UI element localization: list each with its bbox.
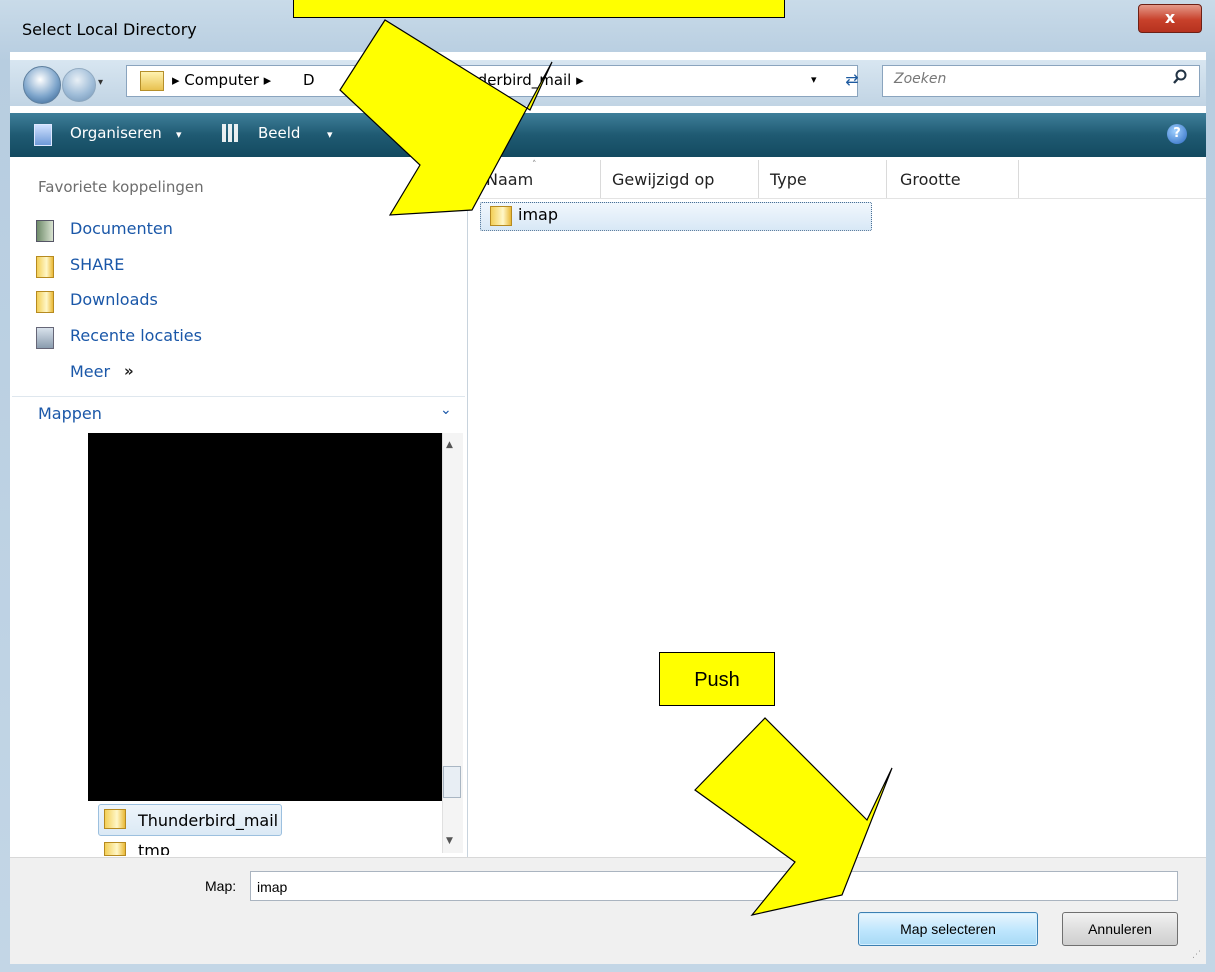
- cancel-button[interactable]: Annuleren: [1062, 912, 1178, 946]
- breadcrumb-computer[interactable]: ▸ Computer ▸: [172, 71, 271, 89]
- documents-icon: [36, 220, 54, 242]
- folders-label[interactable]: Mappen: [38, 404, 102, 423]
- folder-field-label: Map:: [205, 878, 237, 894]
- window-title: Select Local Directory: [22, 20, 197, 39]
- redacted-region: [88, 433, 445, 801]
- sidebar-item-recente-locaties[interactable]: Recente locaties: [70, 326, 202, 345]
- select-folder-button[interactable]: Map selecteren: [858, 912, 1038, 946]
- sort-arrow-icon: ˄: [532, 160, 537, 170]
- column-header-bar: [470, 160, 1206, 199]
- folder-field[interactable]: imap: [250, 871, 1178, 901]
- organize-button[interactable]: Organiseren: [70, 124, 162, 142]
- views-button[interactable]: Beeld: [258, 124, 300, 142]
- chevron-down-icon[interactable]: ▾: [327, 128, 333, 141]
- annotation-callout-push: Push: [659, 652, 775, 706]
- favorite-links-header: Favoriete koppelingen: [38, 178, 204, 196]
- column-header-size[interactable]: Grootte: [900, 170, 961, 189]
- resize-grip-icon[interactable]: ⋰: [1192, 950, 1201, 960]
- column-divider[interactable]: [886, 160, 887, 198]
- folder-icon: [104, 809, 126, 829]
- list-item-name[interactable]: imap: [518, 205, 558, 224]
- column-divider[interactable]: [758, 160, 759, 198]
- tree-item-tmp[interactable]: tmp: [138, 841, 170, 855]
- chevron-down-icon[interactable]: ⌄: [440, 402, 452, 418]
- recent-locations-icon: [36, 327, 54, 349]
- column-header-modified[interactable]: Gewijzigd op: [612, 170, 714, 189]
- folder-icon: [36, 256, 54, 278]
- folder-icon: [140, 71, 164, 91]
- folder-icon: [36, 291, 54, 313]
- annotation-callout-top: [293, 0, 785, 18]
- sidebar-item-share[interactable]: SHARE: [70, 255, 124, 274]
- double-chevron-icon[interactable]: »: [124, 362, 134, 380]
- organize-icon: [34, 124, 52, 146]
- scrollbar-thumb[interactable]: [443, 766, 461, 798]
- views-icon: [222, 124, 240, 142]
- breadcrumb-drive[interactable]: D: [303, 71, 315, 89]
- search-placeholder: Zoeken: [894, 71, 947, 87]
- recent-pages-dropdown[interactable]: ▾: [98, 77, 103, 88]
- column-divider[interactable]: [600, 160, 601, 198]
- scroll-up-icon[interactable]: ▲: [446, 440, 453, 450]
- folder-icon: [490, 206, 512, 226]
- chevron-down-icon[interactable]: ▾: [176, 128, 182, 141]
- help-icon[interactable]: ?: [1167, 124, 1187, 144]
- column-header-name[interactable]: Naam: [486, 170, 533, 189]
- column-header-type[interactable]: Type: [770, 170, 807, 189]
- tree-item-thunderbird-mail[interactable]: Thunderbird_mail: [138, 811, 278, 830]
- address-dropdown[interactable]: ▾: [811, 73, 817, 86]
- sidebar-item-downloads[interactable]: Downloads: [70, 290, 158, 309]
- sidebar-item-documenten[interactable]: Documenten: [70, 219, 173, 238]
- command-toolbar: [10, 113, 1206, 157]
- close-button[interactable]: x: [1138, 4, 1202, 33]
- folder-icon: [104, 842, 126, 856]
- forward-button[interactable]: [62, 68, 96, 102]
- more-link[interactable]: Meer: [70, 362, 110, 381]
- column-divider[interactable]: [1018, 160, 1019, 198]
- breadcrumb-thunderbird-mail[interactable]: Thunderbird_mail ▸: [440, 71, 584, 89]
- refresh-icon[interactable]: ⇄: [838, 70, 866, 94]
- back-button[interactable]: [23, 66, 61, 104]
- search-icon[interactable]: [1172, 69, 1188, 89]
- scroll-down-icon[interactable]: ▼: [446, 836, 453, 846]
